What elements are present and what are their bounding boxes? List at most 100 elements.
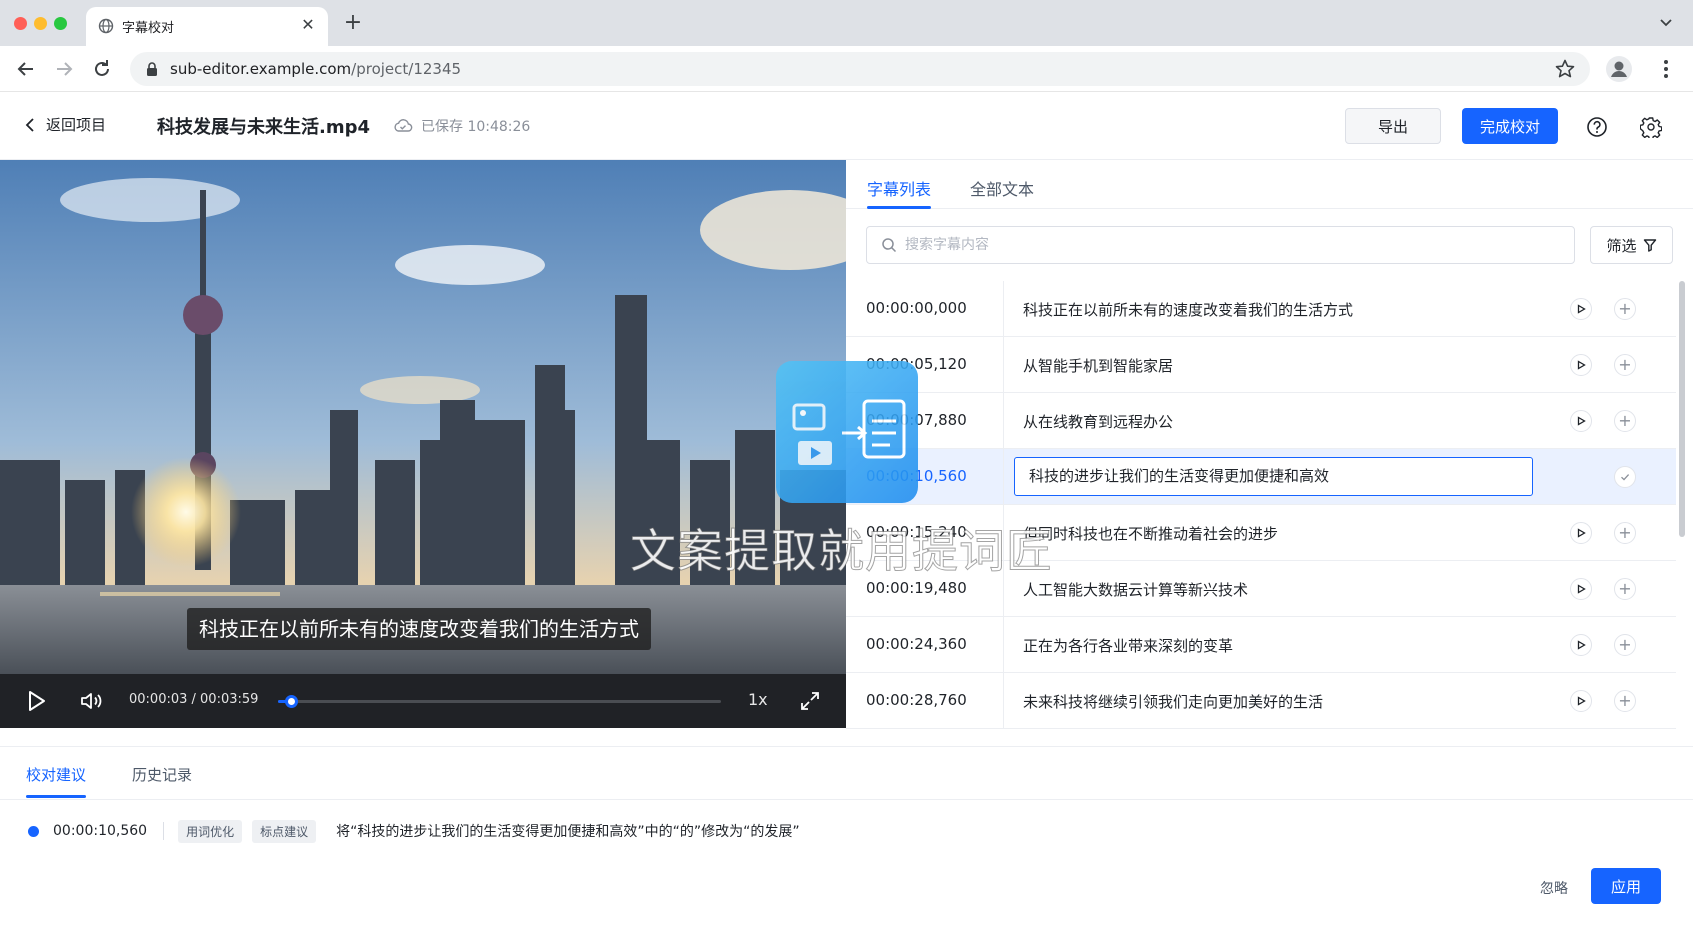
tab-history[interactable]: 历史记录 xyxy=(132,764,192,785)
add-subtitle-button[interactable]: + xyxy=(1614,410,1636,432)
subtitle-list-scrollbar[interactable] xyxy=(1679,281,1685,537)
finish-proofreading-button[interactable]: 完成校对 xyxy=(1462,108,1558,144)
subtitle-text[interactable]: 人工智能大数据云计算等新兴技术 xyxy=(1023,579,1248,600)
subtitle-text[interactable]: 从智能手机到智能家居 xyxy=(1023,355,1173,376)
subtitle-row[interactable]: 00:00:24,360 正在为各行各业带来深刻的变革 + xyxy=(846,617,1676,673)
watermark-text: 文案提取就用提词匠 xyxy=(630,524,1053,579)
play-icon xyxy=(1577,360,1586,370)
subtitle-timestamp[interactable]: 00:00:00,000 xyxy=(866,299,967,317)
profile-avatar[interactable] xyxy=(1606,56,1632,82)
browser-tab-strip: 字幕校对 ✕ + xyxy=(0,0,1693,46)
subtitle-row[interactable]: 00:00:28,760 未来科技将继续引领我们走向更加美好的生活 + xyxy=(846,673,1676,729)
apply-button[interactable]: 应用 xyxy=(1591,868,1661,904)
subtitle-row[interactable]: 00:00:00,000 科技正在以前所未有的速度改变着我们的生活方式 + xyxy=(846,281,1676,337)
suggestion-dot xyxy=(28,825,39,837)
add-subtitle-button[interactable]: + xyxy=(1614,578,1636,600)
subtitle-timestamp[interactable]: 00:00:28,760 xyxy=(866,691,967,709)
file-title: 科技发展与未来生活.mp4 xyxy=(157,117,371,138)
play-segment-button[interactable] xyxy=(1570,298,1592,320)
tab-subtitle-list[interactable]: 字幕列表 xyxy=(867,176,932,209)
play-icon xyxy=(1577,304,1586,314)
lock-icon xyxy=(147,62,157,76)
play-segment-button[interactable] xyxy=(1570,634,1592,656)
back-label: 返回项目 xyxy=(46,116,107,134)
column-divider xyxy=(1003,337,1004,393)
suggestion-timestamp[interactable]: 00:00:10,560 xyxy=(53,823,147,839)
column-divider xyxy=(1003,617,1004,673)
add-subtitle-button[interactable]: + xyxy=(1614,298,1636,320)
suggestion-tag: 用词优化 xyxy=(178,819,243,843)
back-to-project-button[interactable]: 返回项目 xyxy=(24,114,106,135)
video-player[interactable]: 科技正在以前所未有的速度改变着我们的生活方式 00:00:03 / 00:03:… xyxy=(0,160,846,728)
column-divider xyxy=(1003,449,1004,505)
back-arrow-icon[interactable] xyxy=(14,57,38,81)
window-maximize-button[interactable] xyxy=(54,17,67,30)
help-icon[interactable] xyxy=(1586,116,1608,138)
play-segment-button[interactable] xyxy=(1570,578,1592,600)
add-subtitle-button[interactable]: + xyxy=(1614,634,1636,656)
playback-speed[interactable]: 1x xyxy=(748,690,768,709)
window-close-button[interactable] xyxy=(14,17,27,30)
subtitle-timestamp[interactable]: 00:00:24,360 xyxy=(866,635,967,653)
play-icon xyxy=(1577,640,1586,650)
url-path: /project/12345 xyxy=(351,60,462,78)
new-tab-button[interactable]: + xyxy=(342,12,364,34)
browser-menu-icon[interactable] xyxy=(1656,58,1676,80)
subtitle-timestamp[interactable]: 00:00:19,480 xyxy=(866,579,967,597)
tab-proofreading-suggestions[interactable]: 校对建议 xyxy=(26,764,87,798)
subtitle-text[interactable]: 从在线教育到远程办公 xyxy=(1023,411,1173,432)
subtitle-text[interactable]: 正在为各行各业带来深刻的变革 xyxy=(1023,635,1233,656)
tab-close-icon[interactable]: ✕ xyxy=(298,15,318,35)
add-subtitle-button[interactable]: + xyxy=(1614,354,1636,376)
player-controls: 00:00:03 / 00:03:59 1x xyxy=(0,674,846,728)
forward-arrow-icon[interactable] xyxy=(52,57,76,81)
suggestions-panel: 校对建议 历史记录 00:00:10,560 用词优化 标点建议 将“科技的进步… xyxy=(0,746,1693,929)
subtitle-panel: 字幕列表 全部文本 筛选 00:00:00,000 科技正在以前所未有的速度改变… xyxy=(846,160,1693,729)
watermark-logo xyxy=(776,361,918,503)
browser-tab-title: 字幕校对 xyxy=(122,21,175,36)
subtitle-text[interactable]: 科技正在以前所未有的速度改变着我们的生活方式 xyxy=(1023,299,1353,320)
search-input[interactable] xyxy=(905,227,1565,263)
play-icon xyxy=(1577,416,1586,426)
person-icon xyxy=(1611,61,1627,77)
tab-full-text[interactable]: 全部文本 xyxy=(970,176,1034,200)
volume-icon[interactable] xyxy=(79,689,103,713)
suggestion-divider xyxy=(163,822,165,840)
add-subtitle-button[interactable]: + xyxy=(1614,690,1636,712)
play-icon xyxy=(1577,696,1586,706)
filter-label: 筛选 xyxy=(1606,236,1637,255)
ignore-button[interactable]: 忽略 xyxy=(1540,878,1568,898)
subtitle-edit-field[interactable]: 科技的进步让我们的生活变得更加便捷和高效 xyxy=(1014,457,1533,496)
progress-thumb[interactable] xyxy=(285,695,298,708)
subtitle-search xyxy=(866,226,1575,264)
progress-track[interactable] xyxy=(278,695,721,708)
play-segment-button[interactable] xyxy=(1570,522,1592,544)
tabs-divider xyxy=(0,799,1693,800)
url-text[interactable]: sub-editor.example.com/project/12345 xyxy=(170,60,461,78)
address-bar[interactable]: sub-editor.example.com/project/12345 xyxy=(130,52,1590,86)
play-segment-button[interactable] xyxy=(1570,690,1592,712)
bookmark-star-icon[interactable] xyxy=(1554,58,1576,80)
export-button[interactable]: 导出 xyxy=(1345,108,1441,144)
url-host: sub-editor.example.com xyxy=(170,60,352,78)
play-segment-button[interactable] xyxy=(1570,410,1592,432)
subtitle-row[interactable]: 00:00:05,120 从智能手机到智能家居 + xyxy=(846,337,1676,393)
suggestion-item[interactable]: 00:00:10,560 用词优化 标点建议 将“科技的进步让我们的生活变得更加… xyxy=(28,819,800,843)
play-icon[interactable] xyxy=(24,689,48,713)
subtitle-text[interactable]: 但同时科技也在不断推动着社会的进步 xyxy=(1023,523,1278,544)
subtitle-row-active[interactable]: 00:00:10,560 科技的进步让我们的生活变得更加便捷和高效 xyxy=(846,449,1676,505)
reload-icon[interactable] xyxy=(90,57,114,81)
subtitle-row[interactable]: 00:00:07,880 从在线教育到远程办公 + xyxy=(846,393,1676,449)
confirm-edit-button[interactable] xyxy=(1614,466,1636,488)
check-icon xyxy=(1621,474,1630,481)
window-minimize-button[interactable] xyxy=(34,17,47,30)
browser-tab[interactable]: 字幕校对 ✕ xyxy=(86,7,328,46)
add-subtitle-button[interactable]: + xyxy=(1614,522,1636,544)
settings-gear-icon[interactable] xyxy=(1640,116,1662,138)
play-segment-button[interactable] xyxy=(1570,354,1592,376)
fullscreen-icon[interactable] xyxy=(798,689,822,713)
subtitle-text[interactable]: 未来科技将继续引领我们走向更加美好的生活 xyxy=(1023,691,1323,712)
funnel-icon xyxy=(1643,239,1656,252)
chevron-down-icon[interactable] xyxy=(1657,14,1675,32)
filter-button[interactable]: 筛选 xyxy=(1590,226,1673,264)
